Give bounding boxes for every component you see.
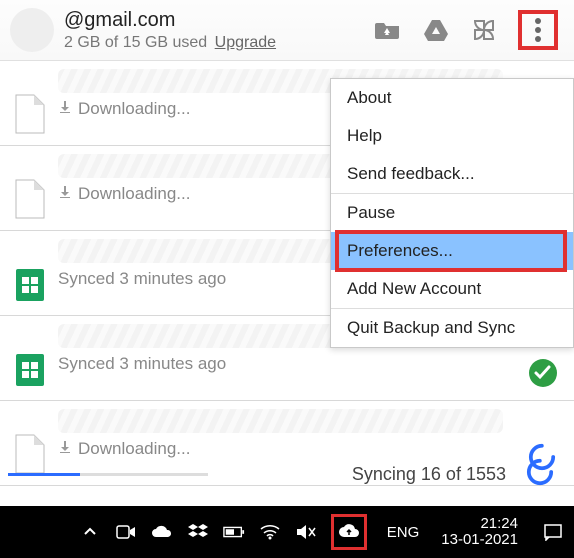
menu-quit[interactable]: Quit Backup and Sync xyxy=(331,309,573,347)
sync-progress-fill xyxy=(8,473,80,476)
onedrive-icon[interactable] xyxy=(151,521,173,543)
status-text: Downloading... xyxy=(78,184,190,204)
header-icons xyxy=(374,10,564,50)
download-icon xyxy=(58,439,72,459)
download-icon xyxy=(58,99,72,119)
document-icon xyxy=(12,178,48,220)
menu-help[interactable]: Help xyxy=(331,117,573,155)
account-header: @gmail.com 2 GB of 15 GB used Upgrade xyxy=(0,0,574,61)
meet-now-icon[interactable] xyxy=(115,521,137,543)
overflow-menu: About Help Send feedback... Pause Prefer… xyxy=(330,78,574,348)
sync-status-bar: Syncing 16 of 1553 xyxy=(8,458,554,491)
dropbox-icon[interactable] xyxy=(187,521,209,543)
file-status: Downloading... xyxy=(58,439,564,459)
wifi-icon[interactable] xyxy=(259,521,281,543)
folder-drive-icon[interactable] xyxy=(374,16,402,44)
clock-date: 13-01-2021 xyxy=(441,532,518,549)
more-menu-highlight xyxy=(518,10,558,50)
sync-status-text: Syncing 16 of 1553 xyxy=(352,464,506,485)
menu-send-feedback[interactable]: Send feedback... xyxy=(331,155,573,193)
sync-progress-spinner-icon xyxy=(526,458,554,491)
clock-time: 21:24 xyxy=(441,516,518,533)
storage-line: 2 GB of 15 GB used Upgrade xyxy=(64,34,364,52)
document-icon xyxy=(12,93,48,135)
tray-chevron-icon[interactable] xyxy=(79,521,101,543)
more-vert-icon[interactable] xyxy=(524,16,552,44)
account-info: @gmail.com 2 GB of 15 GB used Upgrade xyxy=(64,9,364,52)
file-body: Downloading... xyxy=(58,409,564,459)
menu-add-new-account[interactable]: Add New Account xyxy=(331,270,573,308)
menu-about[interactable]: About xyxy=(331,79,573,117)
status-text: Downloading... xyxy=(78,439,190,459)
battery-icon[interactable] xyxy=(223,521,245,543)
account-email: @gmail.com xyxy=(64,9,364,32)
backup-and-sync-tray-icon[interactable] xyxy=(338,521,360,543)
status-text: Downloading... xyxy=(78,99,190,119)
language-indicator[interactable]: ENG xyxy=(387,524,420,541)
status-text: Synced 3 minutes ago xyxy=(58,269,226,289)
sheets-icon xyxy=(12,348,48,390)
system-clock[interactable]: 21:24 13-01-2021 xyxy=(441,516,518,549)
volume-mute-icon[interactable] xyxy=(295,521,317,543)
backup-sync-tray-highlight xyxy=(331,514,367,550)
avatar[interactable] xyxy=(10,8,54,52)
google-photos-pinwheel-icon[interactable] xyxy=(470,16,498,44)
google-drive-icon[interactable] xyxy=(422,16,450,44)
sync-complete-icon xyxy=(528,358,558,388)
windows-taskbar: ENG 21:24 13-01-2021 xyxy=(0,506,574,558)
menu-preferences[interactable]: Preferences... xyxy=(331,232,573,270)
menu-pause[interactable]: Pause xyxy=(331,194,573,232)
storage-used-text: 2 GB of 15 GB used xyxy=(64,34,207,51)
sync-progress-track xyxy=(8,473,208,476)
upgrade-link[interactable]: Upgrade xyxy=(215,34,276,51)
file-status: Synced 3 minutes ago xyxy=(58,354,564,374)
download-icon xyxy=(58,184,72,204)
redacted-filename xyxy=(58,409,503,433)
sheets-icon xyxy=(12,263,48,305)
notifications-icon[interactable] xyxy=(542,521,564,543)
menu-preferences-label: Preferences... xyxy=(347,241,453,260)
status-text: Synced 3 minutes ago xyxy=(58,354,226,374)
